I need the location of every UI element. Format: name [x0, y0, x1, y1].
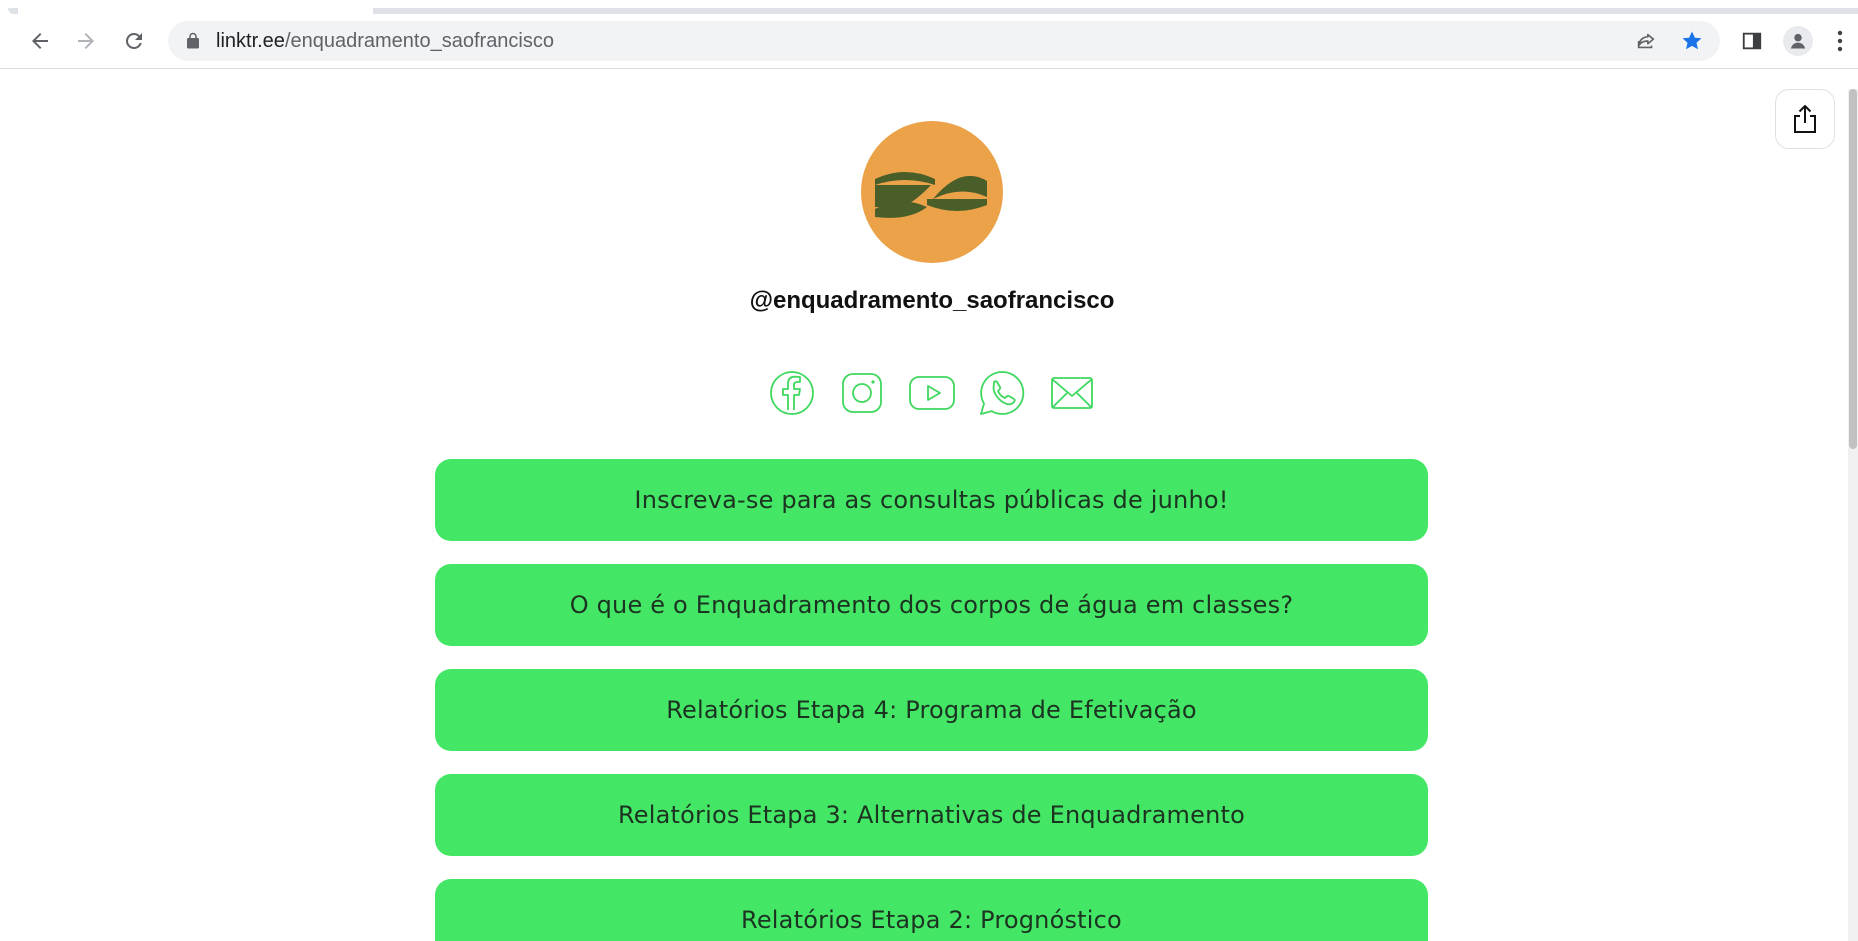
url-host: linktr.ee	[216, 30, 285, 52]
scrollbar-thumb[interactable]	[1849, 89, 1857, 449]
avatar	[1783, 26, 1813, 56]
link-button-etapa-4[interactable]: Relatórios Etapa 4: Programa de Efetivaç…	[435, 669, 1428, 751]
share-icon	[1637, 33, 1655, 49]
link-button-enquadramento[interactable]: O que é o Enquadramento dos corpos de ág…	[435, 564, 1428, 646]
arrow-left-icon	[32, 33, 48, 49]
side-panel-button[interactable]	[1736, 25, 1768, 57]
star-icon	[1682, 31, 1702, 50]
address-bar[interactable]: linktr.ee/enquadramento_saofrancisco	[168, 21, 1720, 61]
person-icon	[1790, 33, 1806, 49]
link-button-etapa-3[interactable]: Relatórios Etapa 3: Alternativas de Enqu…	[435, 774, 1428, 856]
url-text: linktr.ee/enquadramento_saofrancisco	[216, 30, 554, 52]
email-link[interactable]	[1048, 369, 1096, 417]
email-icon	[1051, 377, 1093, 409]
linktree-page: @enquadramento_saofrancisco Inscreva-se …	[0, 69, 1858, 941]
browser-toolbar: linktr.ee/enquadramento_saofrancisco	[0, 14, 1858, 69]
forward-button[interactable]	[68, 23, 104, 59]
page-scrollbar[interactable]	[1848, 89, 1858, 941]
facebook-link[interactable]	[768, 369, 816, 417]
lock-icon	[187, 32, 199, 49]
link-button-consultas[interactable]: Inscreva-se para as consultas públicas d…	[435, 459, 1428, 541]
logo-icon	[875, 172, 987, 218]
reload-button[interactable]	[116, 23, 152, 59]
profile-avatar	[861, 121, 1003, 263]
linktree-share-button[interactable]	[1775, 89, 1835, 149]
profile-handle: @enquadramento_saofrancisco	[749, 287, 1115, 314]
kebab-menu-icon	[1837, 30, 1843, 52]
share-page-button[interactable]	[1632, 27, 1660, 55]
tab-strip	[0, 0, 1858, 14]
side-panel-icon	[1742, 32, 1762, 50]
social-links	[768, 369, 1093, 417]
whatsapp-icon	[980, 371, 1025, 415]
bookmark-button[interactable]	[1678, 27, 1706, 55]
reload-icon	[125, 32, 142, 49]
menu-button[interactable]	[1830, 25, 1850, 57]
whatsapp-link[interactable]	[978, 369, 1026, 417]
facebook-icon	[770, 371, 814, 415]
link-button-etapa-2[interactable]: Relatórios Etapa 2: Prognóstico	[435, 879, 1428, 941]
url-path: /enquadramento_saofrancisco	[284, 30, 554, 52]
youtube-icon	[909, 376, 955, 410]
instagram-icon	[842, 373, 882, 413]
arrow-right-icon	[78, 33, 94, 49]
youtube-link[interactable]	[908, 369, 956, 417]
upload-share-icon	[1794, 105, 1816, 133]
browser-window: linktr.ee/enquadramento_saofrancisco @en…	[0, 0, 1858, 941]
instagram-link[interactable]	[838, 369, 886, 417]
back-button[interactable]	[22, 23, 58, 59]
profile-button[interactable]	[1782, 25, 1814, 57]
